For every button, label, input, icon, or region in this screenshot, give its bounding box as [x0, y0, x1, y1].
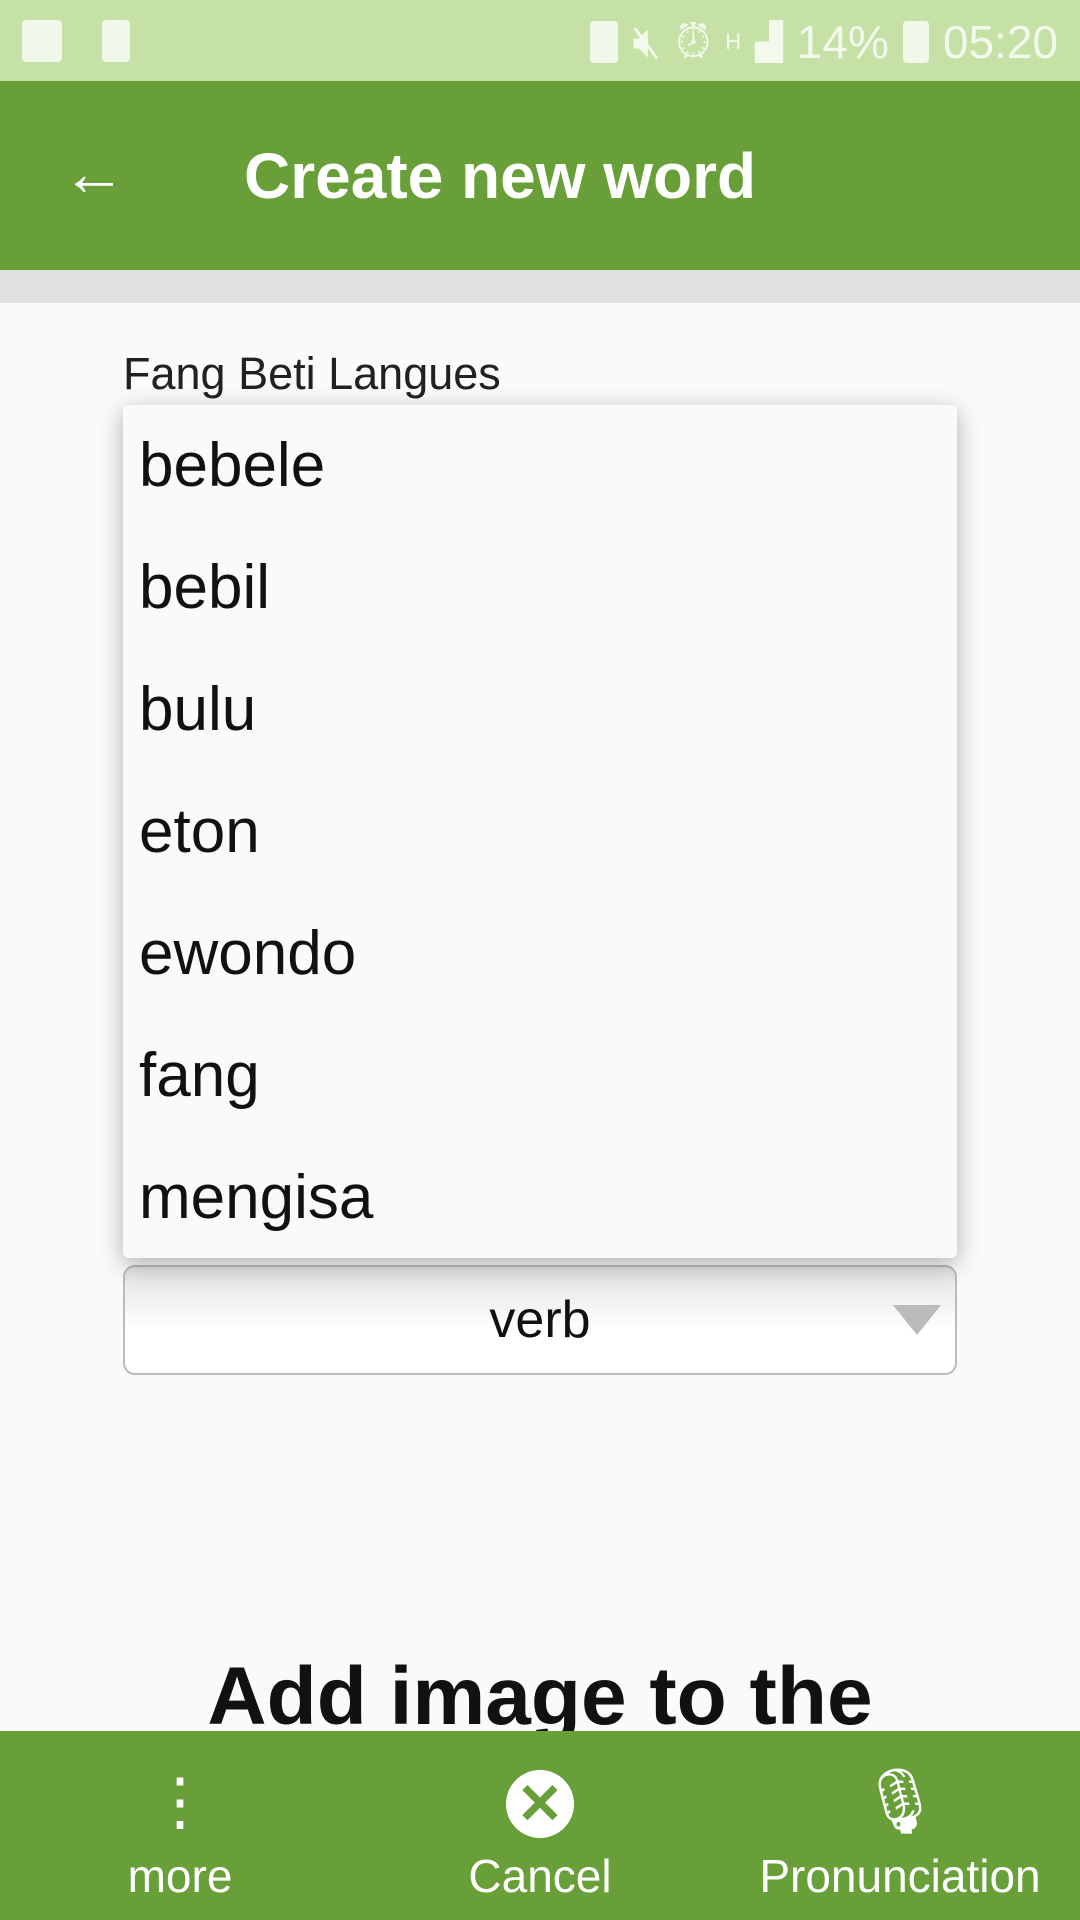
clock: 05:20 — [942, 16, 1058, 68]
pronunciation-label: Pronunciation — [759, 1850, 1041, 1902]
image-icon — [22, 20, 62, 62]
more-button[interactable]: ⋮ more — [0, 1731, 360, 1920]
alarm-icon: ⏰︎ — [675, 15, 712, 67]
page-title: Create new word — [244, 140, 757, 212]
add-image-heading: Add image to the — [207, 1651, 873, 1742]
hspa-icon: H — [725, 29, 742, 54]
bottom-bar: ⋮ more ✕ Cancel 🎙︎ Pronunciation — [0, 1731, 1080, 1920]
dropdown-item[interactable]: fang — [123, 1015, 957, 1137]
language-label: Fang Beti Langues — [123, 348, 501, 399]
dropdown-item[interactable]: eton — [123, 771, 957, 893]
dropdown-item[interactable]: bebele — [123, 405, 957, 527]
word-type-value: verb — [489, 1291, 591, 1349]
word-type-spinner[interactable]: verb — [123, 1265, 957, 1375]
dropdown-item[interactable]: bulu — [123, 649, 957, 771]
signal-icon: ▟ — [755, 21, 783, 62]
battery-percent: 14% — [796, 16, 889, 68]
cancel-icon: ✕ — [506, 1770, 574, 1838]
microphone-icon: 🎙︎ — [859, 1765, 941, 1837]
mute-icon: 🔇︎ — [632, 15, 662, 67]
pronunciation-button[interactable]: 🎙︎ Pronunciation — [720, 1731, 1080, 1920]
arrow-back-icon[interactable]: ← — [62, 141, 126, 205]
cancel-label: Cancel — [468, 1850, 612, 1902]
more-label: more — [127, 1850, 233, 1902]
status-bar: 🔇︎ ⏰︎ H ▟ 14% 05:20 — [0, 0, 1080, 81]
battery-alert-icon — [102, 20, 130, 62]
dropdown-item[interactable]: mengisa — [123, 1137, 957, 1258]
more-vert-icon: ⋮ — [148, 1765, 212, 1837]
cancel-button[interactable]: ✕ Cancel — [360, 1731, 720, 1920]
dropdown-item[interactable]: ewondo — [123, 893, 957, 1015]
app-bar: ← Create new word — [0, 81, 1080, 270]
language-dropdown-menu: bebele bebil bulu eton ewondo fang mengi… — [123, 405, 957, 1258]
dropdown-item[interactable]: bebil — [123, 527, 957, 649]
dropdown-arrow-icon — [893, 1305, 941, 1335]
battery-icon — [902, 21, 929, 63]
battery-saver-icon — [590, 21, 619, 63]
divider — [0, 270, 1080, 303]
